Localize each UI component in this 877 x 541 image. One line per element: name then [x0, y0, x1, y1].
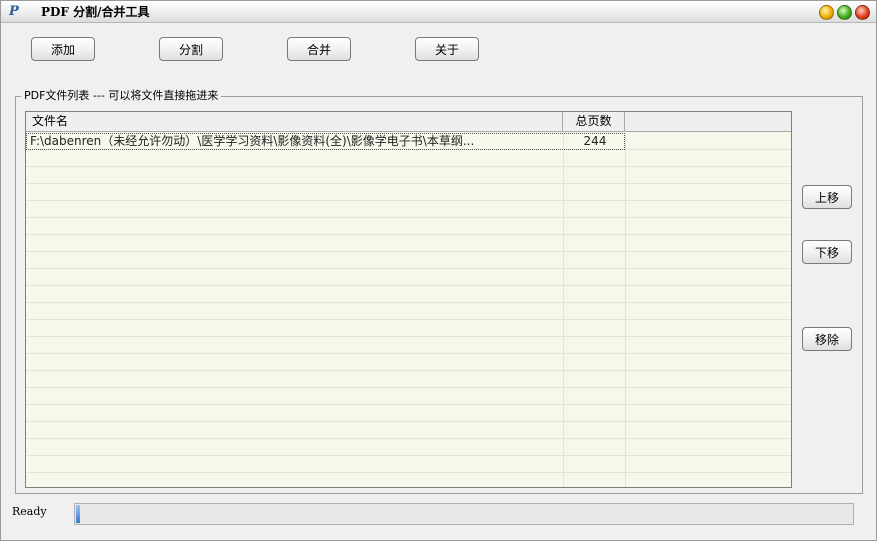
column-divider: [625, 133, 626, 487]
column-header-pages[interactable]: 总页数: [563, 112, 625, 132]
column-divider: [563, 133, 564, 487]
progress-fill: [76, 505, 80, 523]
column-header-filename[interactable]: 文件名: [26, 112, 563, 132]
close-button[interactable]: [855, 5, 870, 20]
move-up-button[interactable]: 上移: [802, 185, 852, 209]
pdf-app-icon: P: [9, 4, 19, 19]
minimize-button[interactable]: [819, 5, 834, 20]
title-bar[interactable]: P PDF 分割/合并工具: [1, 1, 876, 23]
list-gridlines: [26, 133, 791, 487]
page-count-cell: 244: [583, 134, 607, 148]
pdf-file-list[interactable]: 文件名 总页数 F:\dabenren（未经允许勿动）\医学学习资料\影像资料(…: [25, 111, 792, 488]
split-button[interactable]: 分割: [159, 37, 223, 61]
merge-button[interactable]: 合并: [287, 37, 351, 61]
move-down-button[interactable]: 下移: [802, 240, 852, 264]
window-title: PDF 分割/合并工具: [41, 5, 150, 19]
about-button[interactable]: 关于: [415, 37, 479, 61]
remove-button[interactable]: 移除: [802, 327, 852, 351]
maximize-button[interactable]: [837, 5, 852, 20]
group-legend: PDF文件列表 --- 可以将文件直接拖进来: [21, 89, 222, 103]
file-path-cell: F:\dabenren（未经允许勿动）\医学学习资料\影像资料(全)\影像学电子…: [30, 134, 475, 148]
status-text: Ready: [12, 505, 47, 518]
progress-bar: [74, 503, 854, 525]
list-header: 文件名 总页数: [26, 112, 791, 132]
list-item[interactable]: F:\dabenren（未经允许勿动）\医学学习资料\影像资料(全)\影像学电子…: [26, 133, 625, 150]
add-button[interactable]: 添加: [31, 37, 95, 61]
app-window: P PDF 分割/合并工具 添加 分割 合并 关于 PDF文件列表 --- 可以…: [0, 0, 877, 541]
